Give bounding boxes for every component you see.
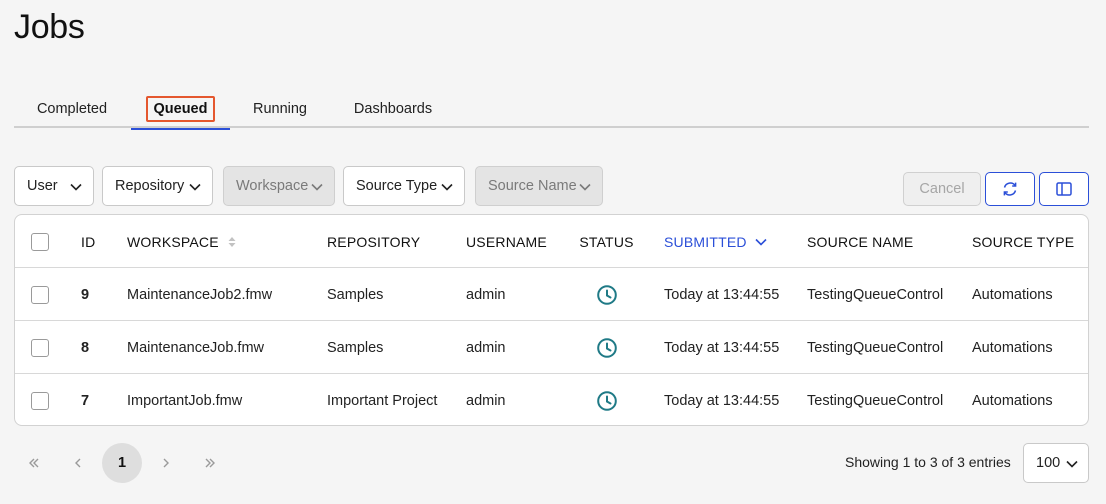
- job-repository: Important Project: [327, 392, 438, 409]
- chevron-down-icon: [754, 235, 768, 249]
- job-source-name: TestingQueueControl: [807, 339, 944, 356]
- row-checkbox[interactable]: [31, 392, 49, 410]
- table-header-row: ID WORKSPACE REPOSITORY USERNAME STATUS …: [15, 215, 1088, 268]
- source-name-filter: Source Name: [475, 166, 603, 206]
- double-chevron-right-icon: [205, 458, 215, 468]
- refresh-icon: [1003, 182, 1017, 196]
- repository-filter-label: Repository: [115, 178, 185, 194]
- user-filter[interactable]: User: [14, 166, 94, 206]
- source-type-filter[interactable]: Source Type: [343, 166, 465, 206]
- job-submitted: Today at 13:44:55: [664, 286, 780, 303]
- next-page-button[interactable]: [146, 443, 186, 483]
- job-submitted: Today at 13:44:55: [664, 392, 780, 409]
- column-header-source-name[interactable]: SOURCE NAME: [807, 215, 913, 268]
- job-workspace: MaintenanceJob.fmw: [127, 339, 265, 356]
- repository-filter[interactable]: Repository: [102, 166, 213, 206]
- job-workspace: MaintenanceJob2.fmw: [127, 286, 273, 303]
- job-source-name: TestingQueueControl: [807, 286, 944, 303]
- chevron-down-icon: [1065, 457, 1079, 471]
- first-page-button[interactable]: [14, 443, 54, 483]
- page-size-select[interactable]: 100: [1023, 443, 1089, 483]
- previous-page-button[interactable]: [58, 443, 98, 483]
- sort-icon: [227, 236, 237, 248]
- column-header-id[interactable]: ID: [81, 215, 95, 268]
- job-submitted: Today at 13:44:55: [664, 339, 780, 356]
- job-username: admin: [466, 286, 506, 303]
- page-size-value: 100: [1036, 455, 1061, 471]
- clock-icon: [596, 337, 617, 358]
- columns-button[interactable]: [1039, 172, 1089, 206]
- tab-completed-label: Completed: [36, 101, 108, 117]
- job-workspace: ImportantJob.fmw: [127, 392, 243, 409]
- select-all-checkbox[interactable]: [31, 233, 49, 251]
- source-type-filter-label: Source Type: [356, 178, 438, 194]
- column-header-source-type[interactable]: SOURCE TYPE: [972, 215, 1074, 268]
- job-username: admin: [466, 339, 506, 356]
- chevron-down-icon: [310, 180, 324, 194]
- tab-dashboards[interactable]: Dashboards: [344, 90, 442, 128]
- double-chevron-left-icon: [29, 458, 39, 468]
- clock-icon: [596, 390, 617, 411]
- tab-running-label: Running: [252, 101, 307, 117]
- job-source-type: Automations: [972, 339, 1053, 356]
- chevron-down-icon: [69, 180, 83, 194]
- tab-dashboards-label: Dashboards: [353, 101, 433, 117]
- job-id: 9: [81, 286, 90, 303]
- tab-running[interactable]: Running: [240, 90, 320, 128]
- column-header-workspace[interactable]: WORKSPACE: [127, 215, 237, 268]
- column-header-submitted-label: SUBMITTED: [664, 233, 747, 250]
- job-id: 8: [81, 339, 90, 356]
- tab-bar: Completed Queued Running Dashboards: [14, 90, 1089, 130]
- column-header-repository[interactable]: REPOSITORY: [327, 215, 420, 268]
- job-source-name: TestingQueueControl: [807, 392, 944, 409]
- chevron-down-icon: [188, 180, 202, 194]
- tab-queued-label: Queued: [145, 96, 216, 122]
- job-id: 7: [81, 392, 90, 409]
- job-source-type: Automations: [972, 392, 1053, 409]
- source-name-filter-label: Source Name: [488, 178, 577, 194]
- row-checkbox[interactable]: [31, 339, 49, 357]
- table-row[interactable]: 8 MaintenanceJob.fmw Samples admin Today…: [15, 321, 1088, 374]
- user-filter-label: User: [27, 178, 58, 194]
- column-header-status[interactable]: STATUS: [579, 215, 634, 268]
- column-header-username[interactable]: USERNAME: [466, 215, 547, 268]
- tab-completed[interactable]: Completed: [14, 90, 130, 128]
- clock-icon: [596, 284, 617, 305]
- chevron-left-icon: [75, 458, 81, 468]
- chevron-right-icon: [163, 458, 169, 468]
- column-header-submitted[interactable]: SUBMITTED: [664, 215, 768, 268]
- workspace-filter-label: Workspace: [236, 178, 309, 194]
- job-repository: Samples: [327, 339, 384, 356]
- workspace-filter: Workspace: [223, 166, 335, 206]
- job-status: [579, 374, 634, 425]
- table-row[interactable]: 7 ImportantJob.fmw Important Project adm…: [15, 374, 1088, 425]
- table-row[interactable]: 9 MaintenanceJob2.fmw Samples admin Toda…: [15, 268, 1088, 321]
- page-title: Jobs: [14, 8, 85, 46]
- job-status: [579, 321, 634, 374]
- page-number-button[interactable]: 1: [102, 443, 142, 483]
- column-header-workspace-label: WORKSPACE: [127, 233, 219, 250]
- tab-queued[interactable]: Queued: [131, 90, 230, 130]
- chevron-down-icon: [578, 180, 592, 194]
- chevron-down-icon: [440, 180, 454, 194]
- row-checkbox[interactable]: [31, 286, 49, 304]
- jobs-table: ID WORKSPACE REPOSITORY USERNAME STATUS …: [14, 214, 1089, 426]
- columns-icon: [1056, 182, 1072, 196]
- last-page-button[interactable]: [190, 443, 230, 483]
- entries-summary: Showing 1 to 3 of 3 entries: [845, 454, 1011, 470]
- refresh-button[interactable]: [985, 172, 1035, 206]
- job-source-type: Automations: [972, 286, 1053, 303]
- job-status: [579, 268, 634, 321]
- cancel-button[interactable]: Cancel: [903, 172, 981, 206]
- job-username: admin: [466, 392, 506, 409]
- job-repository: Samples: [327, 286, 384, 303]
